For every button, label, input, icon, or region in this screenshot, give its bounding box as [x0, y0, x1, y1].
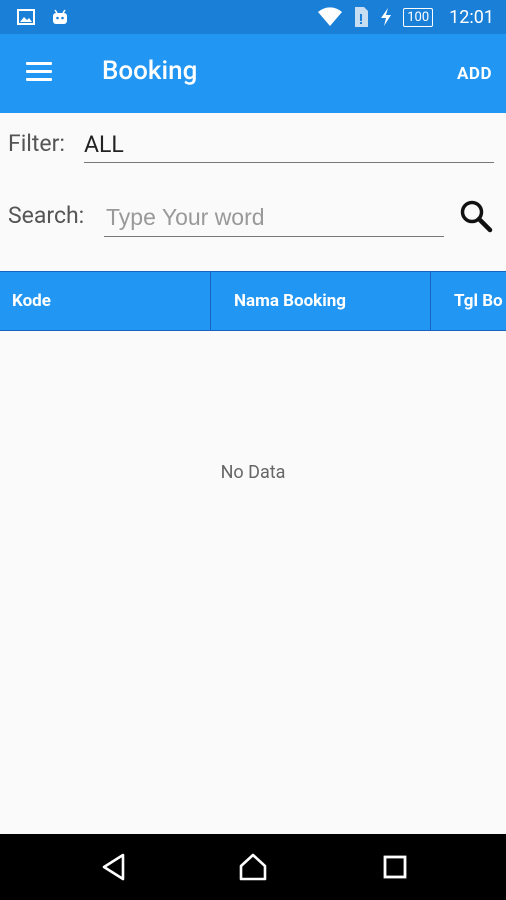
status-bar: 100 12:01	[0, 0, 506, 34]
empty-state-text: No Data	[220, 462, 286, 483]
charging-icon	[381, 8, 392, 26]
page-title: Booking	[102, 56, 198, 86]
sim-icon	[355, 7, 369, 27]
recents-icon[interactable]	[380, 852, 410, 882]
home-icon[interactable]	[238, 852, 268, 882]
search-input[interactable]	[104, 198, 444, 237]
image-icon	[17, 9, 35, 25]
search-row: Search:	[0, 196, 506, 240]
wifi-icon	[318, 7, 343, 26]
add-button[interactable]: ADD	[457, 64, 492, 84]
menu-icon[interactable]	[26, 62, 52, 82]
search-label: Search:	[8, 202, 85, 229]
status-time: 12:01	[449, 6, 494, 28]
navigation-bar	[0, 834, 506, 900]
filter-select[interactable]: ALL	[84, 128, 494, 163]
battery-level: 100	[407, 9, 430, 25]
filter-row: Filter: ALL	[0, 124, 506, 168]
search-icon[interactable]	[458, 198, 494, 234]
column-header-kode[interactable]: Kode	[0, 272, 211, 330]
back-icon[interactable]	[99, 852, 129, 882]
battery-indicator: 100	[403, 7, 434, 27]
app-bar: Booking ADD	[0, 34, 506, 113]
column-header-tgl-booking[interactable]: Tgl Bo	[430, 272, 506, 330]
table-header: Kode Nama Booking Tgl Bo	[0, 271, 506, 331]
android-icon	[53, 9, 67, 24]
filter-label: Filter:	[8, 130, 65, 157]
column-header-nama-booking[interactable]: Nama Booking	[210, 272, 431, 330]
